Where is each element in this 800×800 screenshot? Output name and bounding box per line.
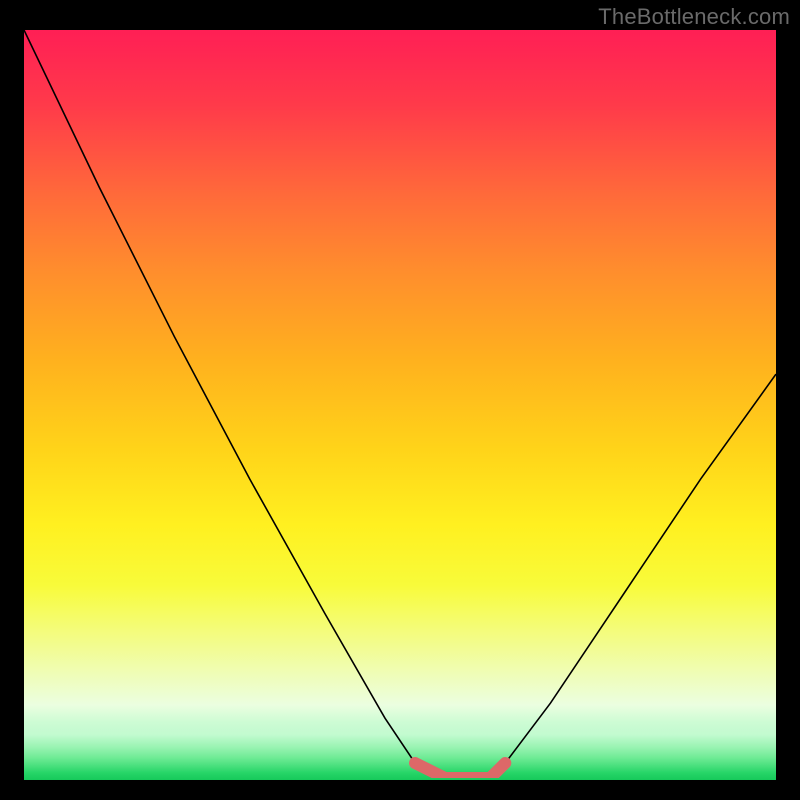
watermark-text: TheBottleneck.com <box>598 4 790 30</box>
highlight-segment <box>415 763 505 778</box>
curve-path <box>24 30 776 778</box>
plot-area <box>24 30 776 780</box>
bottleneck-curve-line <box>24 30 776 778</box>
highlight-path <box>415 763 505 778</box>
chart-frame: TheBottleneck.com <box>0 0 800 800</box>
chart-svg <box>24 30 776 778</box>
